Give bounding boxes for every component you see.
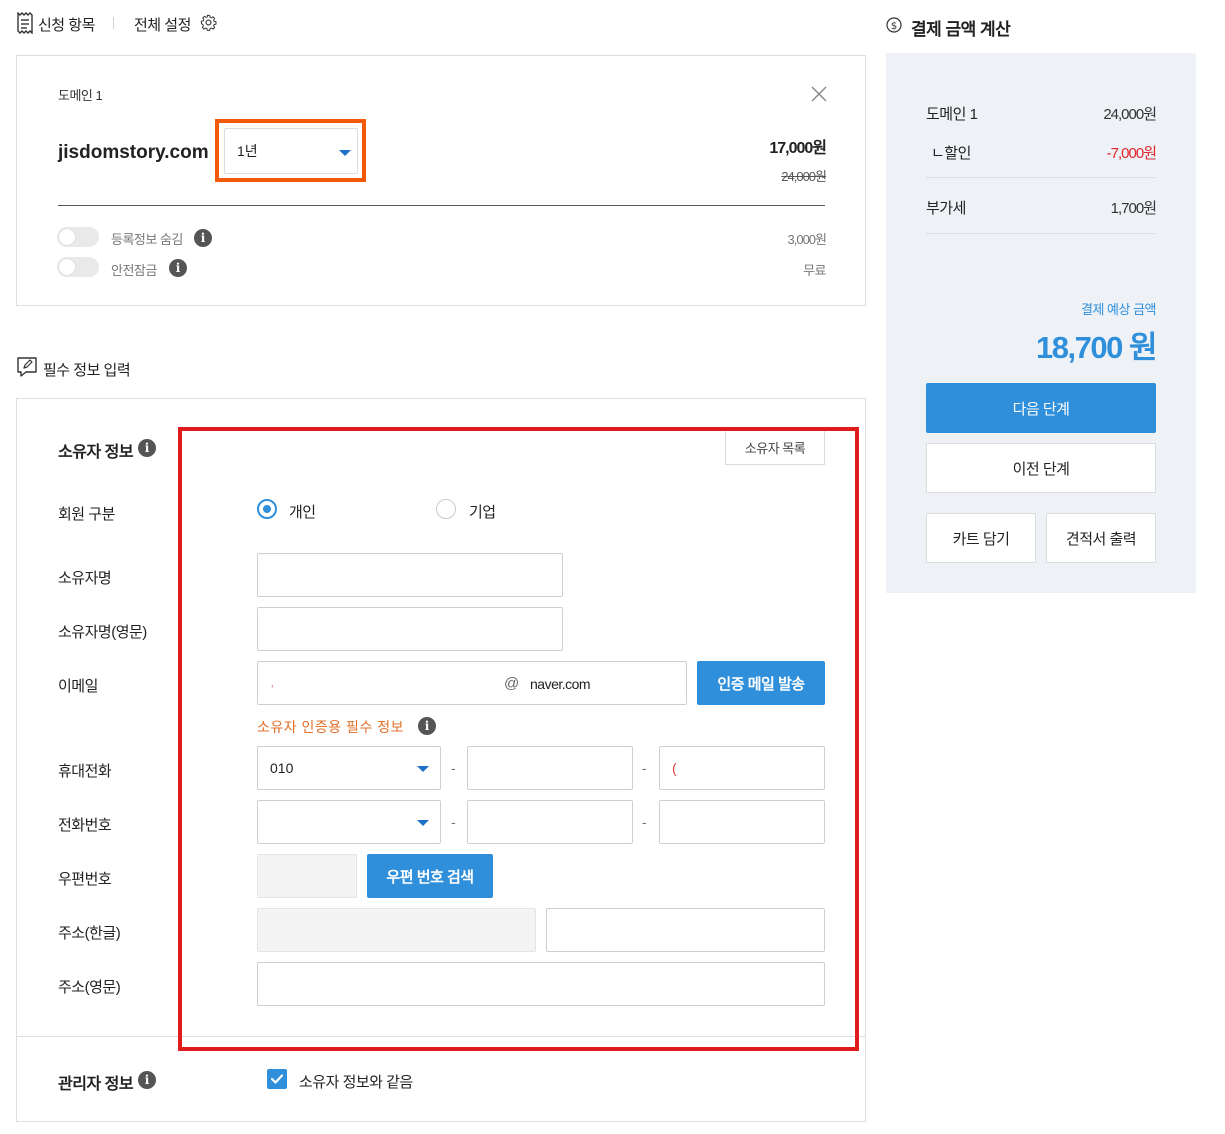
info-icon[interactable]: i [138, 1071, 156, 1089]
print-quote-button-label: 견적서 출력 [1065, 530, 1137, 548]
owner-name-label: 소유자명 [58, 570, 112, 587]
gear-icon[interactable] [200, 14, 217, 31]
domain-card-divider [58, 205, 825, 206]
owner-info-title: 소유자 정보 [58, 444, 134, 461]
tab-items[interactable]: 신청 항목 [38, 14, 95, 35]
same-as-owner-checkbox[interactable] [267, 1069, 287, 1089]
print-quote-button[interactable]: 견적서 출력 [1046, 513, 1156, 563]
owner-name-en-label: 소유자명(영문) [58, 624, 147, 641]
dollar-circle-icon: $ [886, 17, 902, 33]
phone-label: 전화번호 [58, 817, 112, 834]
period-select[interactable]: 1년 [224, 128, 358, 174]
checkmark-icon [270, 1074, 284, 1084]
same-as-owner-label[interactable]: 소유자 정보와 같음 [299, 1071, 413, 1092]
owner-form-highlight [178, 427, 859, 1051]
payment-total-label: 결제 예상 금액 [1081, 302, 1156, 317]
domain-card-title: 도메인 1 [58, 88, 103, 103]
option-label: 안전잠금 [111, 263, 157, 278]
receipt-icon [16, 12, 34, 34]
payment-domain-label: 도메인 1 [926, 106, 978, 123]
close-icon[interactable] [811, 86, 827, 102]
info-icon[interactable]: i [194, 229, 212, 247]
svg-text:$: $ [891, 21, 897, 32]
payment-domain-amount: 24,000원 [1103, 106, 1157, 123]
mobile-label: 휴대전화 [58, 763, 112, 780]
member-type-label: 회원 구분 [58, 506, 115, 523]
tab-divider [113, 17, 114, 29]
price-original: 24,000원 [781, 169, 827, 184]
prev-step-button-label: 이전 단계 [1012, 460, 1070, 478]
info-icon[interactable]: i [169, 259, 187, 277]
admin-info-title: 관리자 정보 [58, 1076, 134, 1093]
email-label: 이메일 [58, 678, 98, 695]
payment-vat-amount: 1,700원 [1110, 200, 1157, 217]
add-to-cart-button-label: 카트 담기 [952, 530, 1010, 548]
payment-total-amount: 18,700 원 [1036, 330, 1157, 365]
payment-discount-label: ㄴ할인 [931, 145, 971, 162]
zip-label: 우편번호 [58, 871, 112, 888]
price-current: 17,000원 [769, 140, 827, 157]
lock-toggle[interactable] [57, 257, 99, 277]
tab-settings[interactable]: 전체 설정 [134, 14, 191, 35]
domain-name: jisdomstory.com [58, 142, 209, 163]
next-step-button[interactable]: 다음 단계 [926, 383, 1156, 433]
option-label: 등록정보 숨김 [111, 232, 183, 247]
chevron-down-icon [339, 150, 351, 156]
prev-step-button[interactable]: 이전 단계 [926, 443, 1156, 493]
privacy-toggle[interactable] [57, 227, 99, 247]
payment-discount-amount: -7,000원 [1106, 145, 1157, 162]
add-to-cart-button[interactable]: 카트 담기 [926, 513, 1036, 563]
option-price: 무료 [803, 263, 826, 278]
payment-title: 결제 금액 계산 [911, 20, 1011, 39]
next-step-button-label: 다음 단계 [1012, 400, 1070, 418]
address-en-label: 주소(영문) [58, 979, 121, 996]
payment-divider [926, 233, 1156, 234]
required-section-title: 필수 정보 입력 [43, 362, 131, 379]
option-price: 3,000원 [787, 232, 827, 247]
payment-divider [926, 177, 1156, 178]
edit-icon [16, 356, 38, 378]
period-select-value: 1년 [237, 143, 258, 159]
info-icon[interactable]: i [138, 439, 156, 457]
payment-vat-label: 부가세 [926, 200, 966, 217]
address-ko-label: 주소(한글) [58, 925, 121, 942]
